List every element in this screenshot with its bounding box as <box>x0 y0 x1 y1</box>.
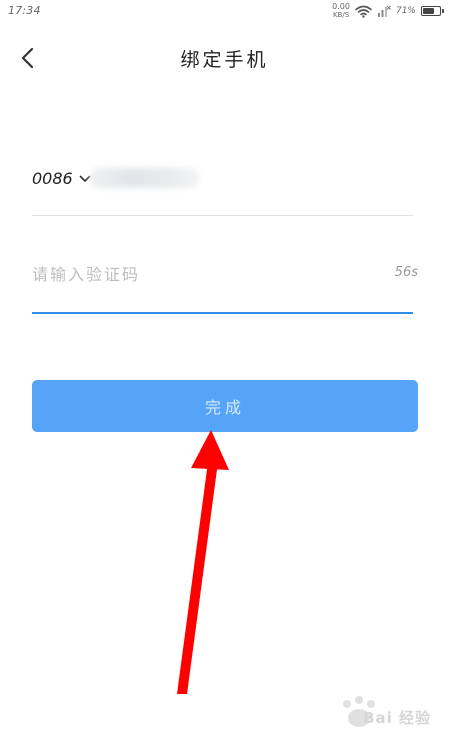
status-bar: 17:34 0.00 KB/S 71% <box>0 0 449 22</box>
phone-number-blurred <box>90 168 200 188</box>
resend-countdown: 56s <box>394 265 418 280</box>
verification-divider <box>32 312 413 314</box>
wifi-icon <box>355 5 372 18</box>
phone-row: 0086 <box>32 160 413 196</box>
battery-icon <box>421 6 444 16</box>
status-time: 17:34 <box>8 4 41 17</box>
signal-icon <box>377 5 391 17</box>
arrow-head <box>191 430 229 470</box>
verification-row: 56s <box>32 258 418 292</box>
battery-fill <box>423 8 434 14</box>
baidu-watermark: Bai 经验 <box>311 692 431 732</box>
watermark-text: Bai 经验 <box>363 709 431 727</box>
network-speed-unit: KB/S <box>332 11 350 19</box>
phone-divider <box>32 215 413 216</box>
arrow-shaft <box>177 462 218 694</box>
country-code-selector[interactable]: 0086 <box>32 169 91 188</box>
submit-button[interactable]: 完成 <box>32 380 418 432</box>
red-arrow-annotation <box>177 430 229 694</box>
chevron-down-icon <box>79 175 91 183</box>
network-speed-value: 0.00 <box>332 2 350 11</box>
country-code-label: 0086 <box>32 169 73 188</box>
network-speed: 0.00 KB/S <box>332 2 350 20</box>
page-title: 绑定手机 <box>180 49 269 71</box>
verification-code-input[interactable] <box>32 258 352 290</box>
battery-percent: 71% <box>395 6 416 16</box>
status-indicators: 0.00 KB/S 71% <box>332 2 444 20</box>
